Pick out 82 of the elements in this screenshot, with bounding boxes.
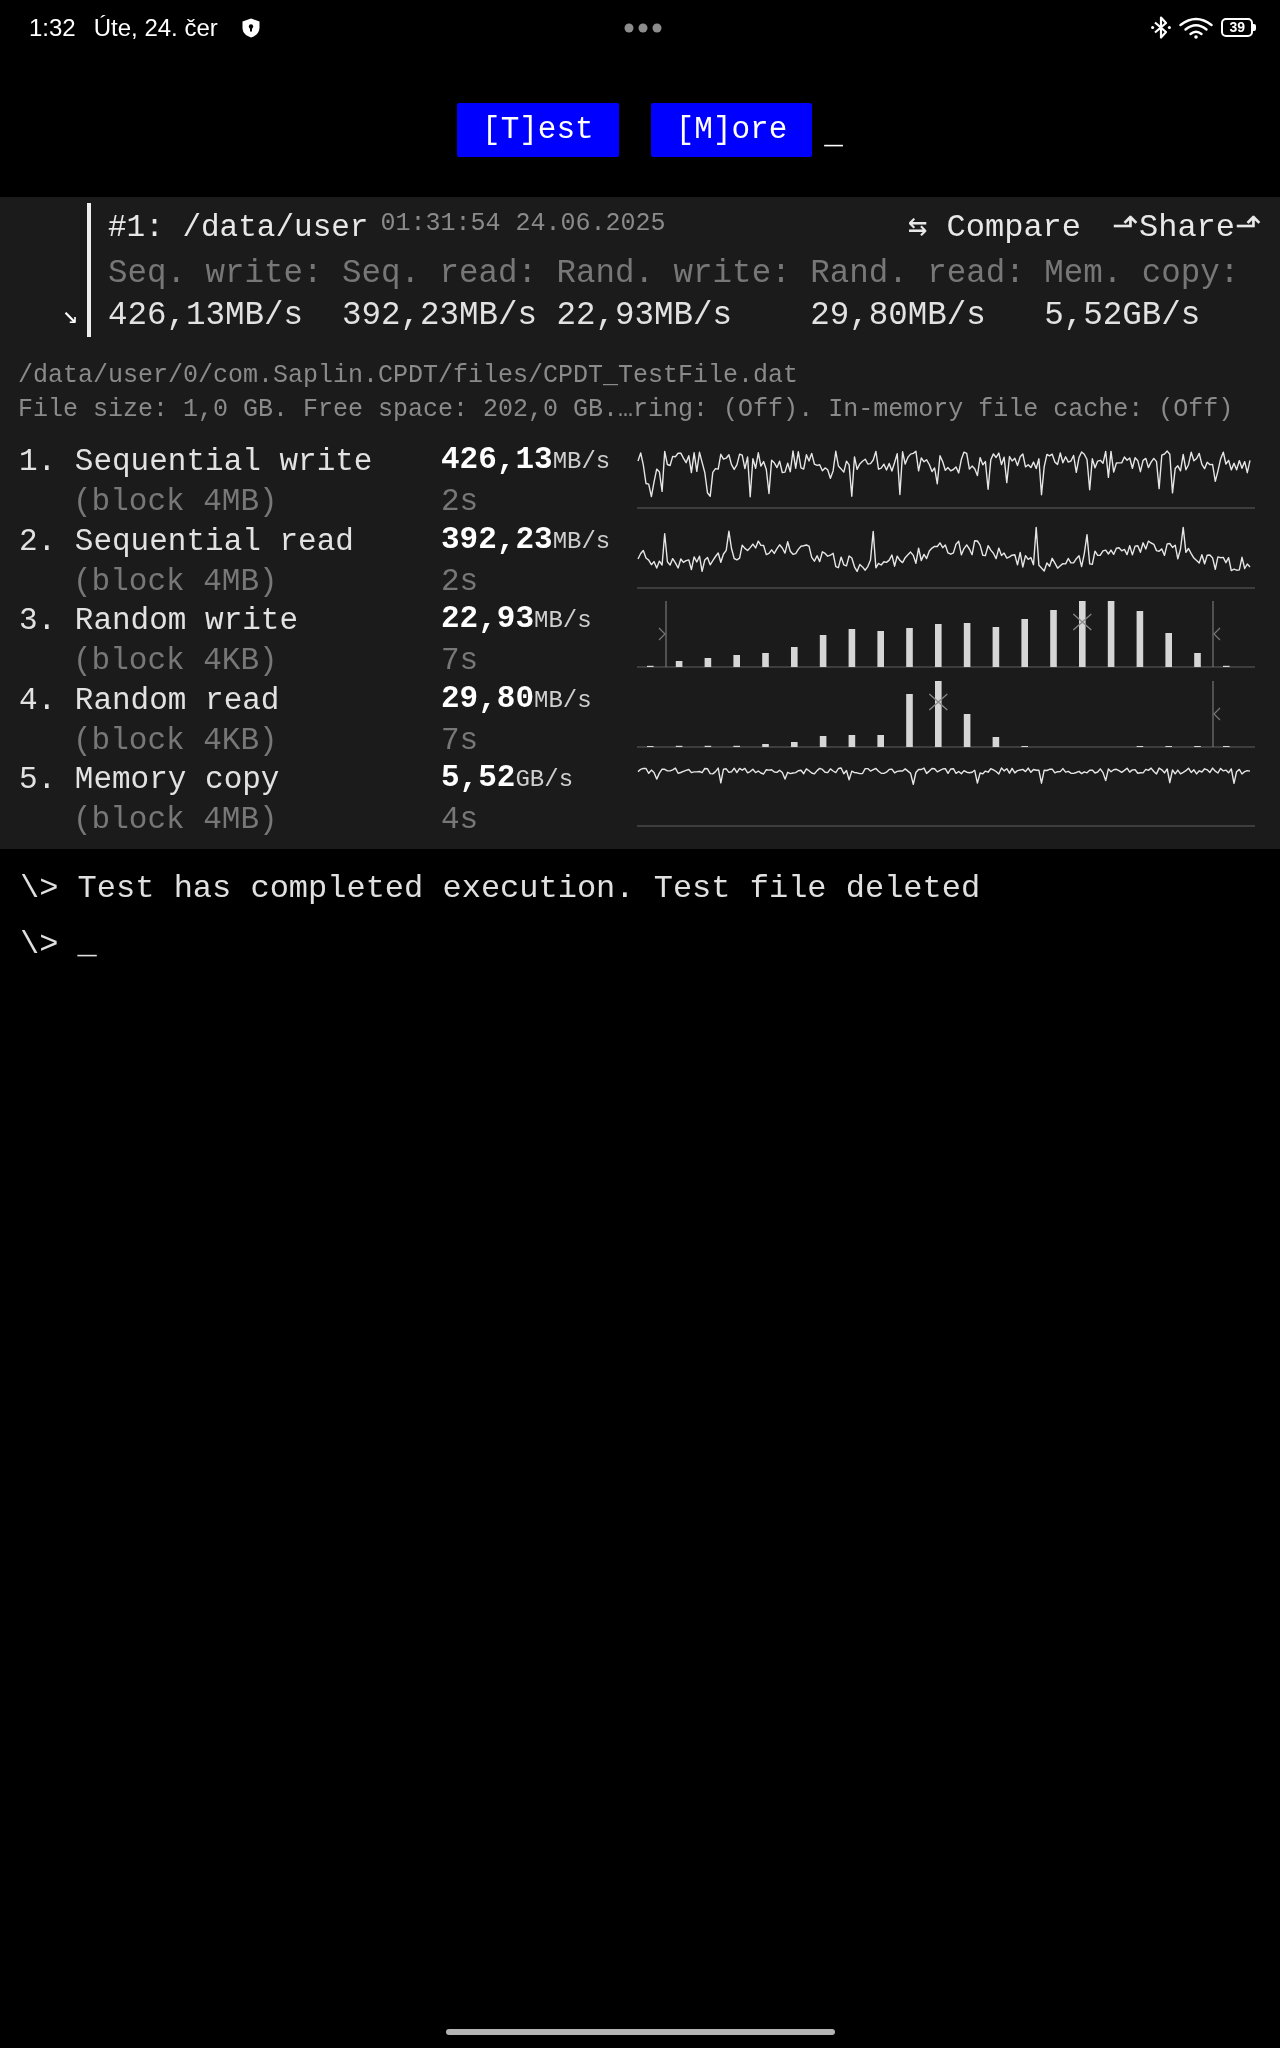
test-speed: 29,80MB/s (441, 680, 593, 718)
histogram-bar (1194, 653, 1201, 668)
histogram-bar (877, 631, 884, 668)
histogram-bar (848, 629, 856, 668)
histogram-bar (992, 736, 1000, 747)
histogram-bar (762, 653, 769, 668)
histogram-bar (963, 623, 971, 668)
console-line: \> Test has completed execution. Test file deleted (20, 868, 982, 909)
file-info: File size: 1,0 GB. Free space: 202,0 GB.…ring: (Off). In-memory file cache: (Off) (18, 394, 1235, 426)
wifi-icon (1179, 16, 1214, 39)
histogram-bar (733, 655, 740, 668)
menu-button[interactable]: [T]est (457, 103, 619, 157)
histogram-bar (906, 628, 913, 668)
block-size: (block 4KB) (72, 721, 279, 760)
histogram-bar (1165, 633, 1172, 668)
histogram-bar (935, 680, 942, 747)
histogram-bar (877, 734, 884, 747)
expand-arrow[interactable]: ↘ (62, 295, 78, 337)
histogram-bar (848, 734, 856, 747)
histogram-bar (1050, 610, 1057, 668)
test-speed: 5,52GB/s (441, 760, 575, 798)
menu-button[interactable]: [M]ore (650, 103, 813, 157)
histogram-bar (704, 658, 712, 668)
block-size: (block 4MB) (72, 562, 279, 601)
histogram-bar (963, 713, 971, 747)
cross-marker-icon (928, 693, 948, 711)
histogram-bar (791, 647, 798, 668)
summary-label: Seq. write: (108, 254, 323, 294)
summary-label: Rand. write: (556, 254, 791, 294)
histogram-bar (762, 743, 769, 747)
range-marker (1212, 680, 1221, 748)
summary-value: 29,80MB/s (810, 296, 987, 336)
block-size: (block 4KB) (72, 642, 279, 681)
test-duration: 7s (441, 642, 480, 681)
three-dots-icon[interactable] (623, 22, 662, 33)
result-timestamp: 01:31:54 24.06.2025 (380, 208, 666, 240)
histogram-bar (1079, 601, 1086, 668)
range-marker (658, 601, 667, 668)
summary-label: Rand. read: (810, 254, 1025, 294)
cross-marker-icon (1072, 613, 1092, 631)
histogram-bar (1107, 601, 1115, 668)
summary-value: 426,13MB/s (108, 296, 305, 336)
share-link[interactable]: ⬏Share⬏ (1112, 203, 1262, 253)
shield-icon (241, 17, 260, 38)
status-date: Úte, 24. čer (93, 12, 218, 43)
console-prompt: \> _ (20, 924, 98, 965)
histogram-bar (819, 635, 827, 668)
histogram-bar (1136, 611, 1144, 668)
summary-value: 392,23MB/s (342, 296, 538, 336)
summary-value: 22,93MB/s (556, 296, 734, 336)
test-name: 2. Sequential read (19, 522, 355, 561)
summary-label: Mem. copy: (1044, 254, 1240, 294)
text-cursor: _ (824, 116, 843, 153)
test-speed: 22,93MB/s (441, 601, 593, 639)
test-speed: 392,23MB/s (441, 521, 612, 559)
block-size: (block 4MB) (72, 801, 279, 840)
summary-label: Seq. read: (342, 254, 538, 294)
test-name: 5. Memory copy (19, 761, 281, 800)
histogram-bar (992, 627, 1000, 668)
histogram-bar (906, 693, 913, 747)
histogram-bar (675, 661, 683, 668)
summary-value: 5,52GB/s (1044, 296, 1202, 336)
histogram-bar (1021, 619, 1028, 668)
test-name: 1. Sequential write (19, 443, 374, 481)
result-title: #1: /data/user (108, 209, 369, 247)
test-name: 3. Random write (19, 602, 300, 641)
compare-link[interactable]: ⇆ Compare (908, 203, 1081, 253)
test-duration: 2s (441, 483, 480, 521)
test-duration: 4s (441, 801, 480, 840)
histogram-bar (819, 735, 827, 747)
bluetooth-icon (1151, 16, 1172, 39)
histogram-bar (935, 624, 942, 668)
range-marker (1212, 601, 1221, 668)
status-time: 1:32 (29, 12, 76, 43)
test-name: 4. Random read (19, 681, 281, 720)
file-path: /data/user/0/com.Saplin.CPDT/files/CPDT_TestFile.dat (18, 360, 800, 392)
battery-indicator: 39 (1221, 18, 1256, 37)
histogram-bar (791, 741, 798, 747)
test-duration: 7s (441, 721, 480, 760)
test-duration: 2s (441, 562, 480, 601)
test-speed: 426,13MB/s (441, 442, 612, 479)
block-size: (block 4MB) (72, 483, 279, 521)
